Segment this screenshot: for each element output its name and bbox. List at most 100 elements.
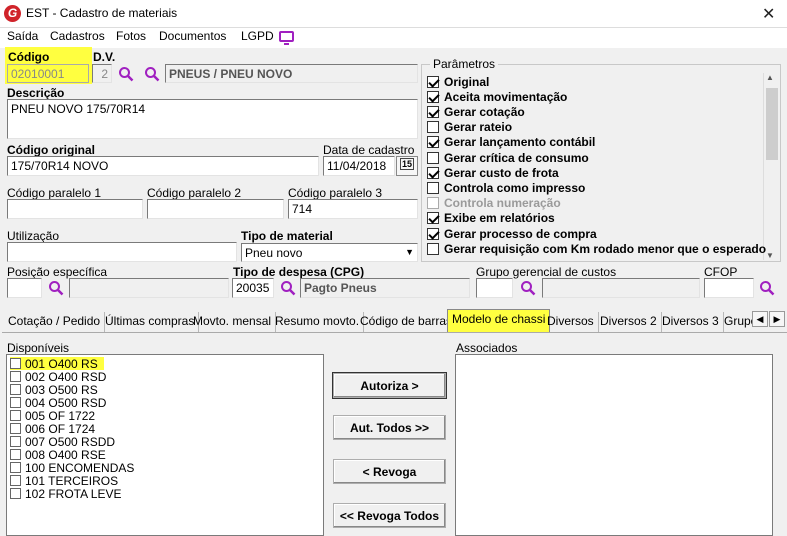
list-item[interactable]: 100 ENCOMENDAS [10, 461, 134, 475]
cod-paralelo2-label: Código paralelo 2 [147, 186, 242, 200]
tipo-material-select[interactable]: Pneu novo ▼ [241, 243, 418, 262]
tab-cotacao-pedido[interactable]: Cotação / Pedido [4, 312, 106, 332]
scroll-thumb[interactable] [766, 88, 778, 160]
list-item-checkbox[interactable] [10, 475, 21, 486]
cod-paralelo1-input[interactable] [7, 199, 143, 219]
param-checkbox[interactable] [427, 166, 439, 179]
param-checkbox[interactable] [427, 242, 439, 255]
list-item[interactable]: 008 O400 RSE [10, 448, 106, 462]
menu-cadastros[interactable]: Cadastros [50, 29, 105, 43]
list-item[interactable]: 005 OF 1722 [10, 409, 95, 423]
menu-fotos[interactable]: Fotos [116, 29, 146, 43]
tab-codigo-barras[interactable]: Código de barras [356, 312, 458, 332]
menu-saida[interactable]: Saída [7, 29, 38, 43]
search-icon[interactable] [48, 280, 64, 296]
param-checkbox[interactable] [427, 136, 439, 149]
tab-scroll-left-icon[interactable]: ◀ [752, 311, 768, 327]
scroll-up-icon[interactable]: ▲ [766, 73, 774, 82]
revoga-todos-button[interactable]: << Revoga Todos [333, 503, 446, 528]
list-item-checkbox[interactable] [10, 410, 21, 421]
search-icon[interactable] [118, 66, 134, 82]
codigo-original-input[interactable]: 175/70R14 NOVO [7, 156, 319, 176]
posicao-code-input[interactable] [7, 278, 42, 298]
param-checkbox[interactable] [427, 105, 439, 118]
param-row[interactable]: Gerar crítica de consumo [427, 150, 589, 165]
menu-lgpd[interactable]: LGPD [241, 29, 274, 43]
search-icon[interactable] [280, 280, 296, 296]
list-item[interactable]: 004 O500 RSD [10, 396, 106, 410]
search-icon[interactable] [144, 66, 160, 82]
param-row[interactable]: Gerar requisição com Km rodado menor que… [427, 241, 766, 256]
param-checkbox[interactable] [427, 75, 439, 88]
list-item-checkbox[interactable] [10, 371, 21, 382]
associados-list[interactable] [455, 354, 773, 536]
list-item-checkbox[interactable] [10, 423, 21, 434]
tab-diversos[interactable]: Diversos [543, 312, 599, 332]
list-item-checkbox[interactable] [10, 462, 21, 473]
cod-paralelo3-input[interactable]: 714 [288, 199, 418, 219]
param-row[interactable]: Aceita movimentação [427, 89, 567, 104]
param-checkbox[interactable] [427, 90, 439, 103]
list-item[interactable]: 101 TERCEIROS [10, 474, 118, 488]
data-cadastro-label: Data de cadastro [323, 143, 415, 157]
list-item-checkbox[interactable] [10, 358, 21, 369]
param-row[interactable]: Original [427, 74, 489, 89]
param-row[interactable]: Gerar cotação [427, 104, 525, 119]
param-checkbox[interactable] [427, 151, 439, 164]
param-checkbox[interactable] [427, 212, 439, 225]
list-item-label: 002 O400 RSD [25, 369, 107, 384]
list-item[interactable]: 002 O400 RSD [10, 369, 107, 384]
dv-input[interactable]: 2 [92, 64, 112, 83]
param-row[interactable]: Gerar rateio [427, 120, 512, 135]
grupo-gerencial-code-input[interactable] [476, 278, 513, 298]
parametros-scrollbar[interactable]: ▲ ▼ [763, 73, 779, 260]
aut-todos-button[interactable]: Aut. Todos >> [333, 415, 446, 440]
tab-ultimas-compras[interactable]: Últimas compras [101, 312, 200, 332]
monitor-icon[interactable] [279, 31, 294, 45]
close-icon[interactable]: ✕ [762, 4, 775, 24]
param-checkbox[interactable] [427, 197, 439, 210]
data-cadastro-input[interactable]: 11/04/2018 [323, 156, 395, 176]
param-checkbox[interactable] [427, 181, 439, 194]
tab-scroll-right-icon[interactable]: ▶ [769, 311, 785, 327]
list-item-checkbox[interactable] [10, 397, 21, 408]
list-item[interactable]: 007 O500 RSDD [10, 435, 115, 449]
descricao-input[interactable]: PNEU NOVO 175/70R14 [7, 99, 418, 139]
tab-diversos-3[interactable]: Diversos 3 [658, 312, 724, 332]
list-item[interactable]: 006 OF 1724 [10, 422, 95, 436]
codigo-input[interactable]: 02010001 [7, 64, 89, 83]
tab-diversos-2[interactable]: Diversos 2 [596, 312, 662, 332]
autoriza-button[interactable]: Autoriza > [333, 373, 446, 398]
list-item[interactable]: 001 O400 RS [10, 357, 104, 371]
tipo-despesa-code-input[interactable]: 20035 [232, 278, 274, 298]
param-checkbox[interactable] [427, 121, 439, 134]
param-row[interactable]: Controla como impresso [427, 180, 585, 195]
list-item-checkbox[interactable] [10, 384, 21, 395]
tab-grupo[interactable]: Grupo [720, 312, 752, 332]
param-label: Gerar requisição com Km rodado menor que… [444, 241, 767, 256]
param-row[interactable]: Gerar processo de compra [427, 226, 597, 241]
menu-documentos[interactable]: Documentos [159, 29, 226, 43]
param-row[interactable]: Gerar lançamento contábil [427, 135, 595, 150]
search-icon[interactable] [520, 280, 536, 296]
list-item[interactable]: 003 O500 RS [10, 383, 98, 397]
list-item-checkbox[interactable] [10, 436, 21, 447]
tab-movto-mensal[interactable]: Movto. mensal [189, 312, 277, 332]
param-row[interactable]: Gerar custo de frota [427, 165, 559, 180]
tab-resumo-movto[interactable]: Resumo movto. [271, 312, 365, 332]
param-row[interactable]: Exibe em relatórios [427, 211, 555, 226]
scroll-down-icon[interactable]: ▼ [766, 251, 774, 260]
revoga-button[interactable]: < Revoga [333, 459, 446, 484]
calendar-button[interactable]: 15 [396, 156, 418, 176]
list-item-checkbox[interactable] [10, 488, 21, 499]
cod-paralelo2-input[interactable] [147, 199, 284, 219]
param-checkbox[interactable] [427, 227, 439, 240]
cfop-input[interactable] [704, 278, 754, 298]
chevron-down-icon[interactable]: ▼ [405, 247, 414, 257]
tab-modelo-chassi[interactable]: Modelo de chassi [447, 309, 551, 333]
utilizacao-input[interactable] [7, 242, 237, 262]
search-icon[interactable] [759, 280, 775, 296]
list-item-checkbox[interactable] [10, 449, 21, 460]
list-item[interactable]: 102 FROTA LEVE [10, 487, 122, 501]
param-row[interactable]: Controla numeração [427, 196, 561, 211]
